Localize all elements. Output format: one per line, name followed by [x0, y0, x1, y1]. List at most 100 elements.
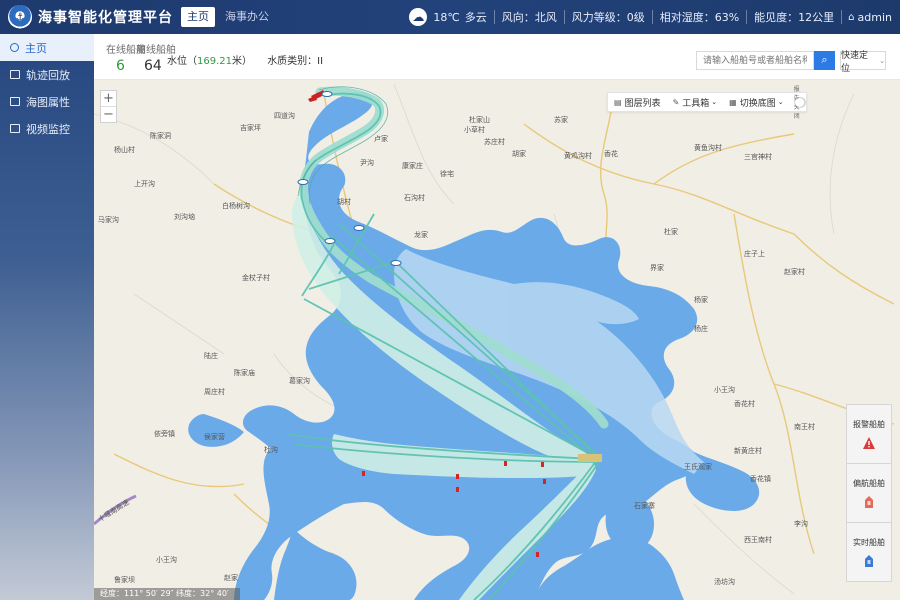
humidity: 相对湿度：63%: [659, 11, 740, 24]
sidebar-item-chart-properties[interactable]: 海图属性: [0, 88, 94, 115]
svg-text:杨家: 杨家: [694, 295, 708, 304]
svg-text:鲁家坝: 鲁家坝: [114, 575, 135, 584]
zoom-in-button[interactable]: +: [101, 91, 116, 107]
svg-text:侯家营: 侯家营: [204, 432, 225, 441]
svg-text:新黄庄村: 新黄庄村: [734, 446, 762, 455]
map-canvas[interactable]: 杜家山 苏家 小草村 苏庄村 四道沟 卢家 尹沟 康家庄 徐宅 胡家 石沟村 胡…: [94, 34, 900, 600]
svg-text:南王村: 南王村: [794, 422, 815, 431]
svg-text:庄子上: 庄子上: [744, 249, 765, 258]
svg-text:杨山村: 杨山村: [114, 145, 135, 154]
yaw-ships-card[interactable]: 偏航船舶: [847, 464, 891, 523]
svg-text:李沟: 李沟: [794, 519, 808, 528]
port-dock: [578, 454, 602, 462]
water-level-value: 169.21: [197, 56, 232, 67]
svg-text:葛家沟: 葛家沟: [289, 376, 310, 385]
home-icon: ⌂: [848, 11, 855, 23]
svg-text:赵家村: 赵家村: [784, 267, 805, 276]
svg-text:香花: 香花: [604, 149, 618, 158]
search-icon: ⌕: [821, 54, 828, 66]
offline-ships-count[interactable]: 64: [144, 58, 162, 74]
chevron-down-icon: ⌄: [711, 98, 718, 106]
svg-text:小草村: 小草村: [464, 125, 485, 134]
ship-blue-icon: [865, 555, 873, 567]
svg-text:苏家: 苏家: [554, 115, 568, 124]
alarm-ships-card[interactable]: 报警船舶: [847, 405, 891, 464]
svg-text:石家寨: 石家寨: [634, 501, 655, 510]
water-level: 水位（169.21米） 水质类别：II: [167, 56, 324, 67]
visibility: 能见度：12公里: [754, 11, 835, 24]
app-root: 杜家山 苏家 小草村 苏庄村 四道沟 卢家 尹沟 康家庄 徐宅 胡家 石沟村 胡…: [0, 0, 900, 600]
svg-text:徐宅: 徐宅: [440, 169, 454, 178]
svg-text:杜家: 杜家: [664, 227, 678, 236]
user-menu[interactable]: ⌂ admin: [842, 11, 900, 24]
svg-text:王氏观家: 王氏观家: [684, 462, 712, 471]
svg-text:依旁镇: 依旁镇: [154, 429, 175, 438]
switch-basemap-button[interactable]: ▦ 切换底图 ⌄: [723, 96, 789, 109]
chevron-down-icon: ⌄: [777, 98, 784, 106]
svg-text:吉家坪: 吉家坪: [240, 123, 261, 132]
svg-text:界家: 界家: [650, 263, 664, 272]
warning-triangle-icon: [863, 436, 875, 449]
svg-text:胡村: 胡村: [337, 197, 351, 206]
wind-direction: 风向：北风: [501, 11, 557, 24]
svg-text:上开沟: 上开沟: [134, 179, 155, 188]
svg-text:西王南村: 西王南村: [744, 535, 772, 544]
sidebar-item-label: 海图属性: [26, 95, 70, 109]
svg-text:尹沟: 尹沟: [360, 158, 374, 167]
tab-home[interactable]: 主页: [181, 7, 215, 27]
zoom-control: + −: [100, 90, 117, 123]
map-view[interactable]: 杜家山 苏家 小草村 苏庄村 四道沟 卢家 尹沟 康家庄 徐宅 胡家 石沟村 胡…: [94, 34, 900, 600]
report-toggle[interactable]: 报告关闭: [793, 86, 806, 120]
search-button[interactable]: ⌕: [814, 51, 835, 70]
ship-red-icon: [865, 495, 873, 508]
svg-text:苏庄村: 苏庄村: [484, 137, 505, 146]
svg-text:香花镇: 香花镇: [750, 474, 771, 483]
toolbox-button[interactable]: ✎ 工具箱 ⌄: [667, 96, 724, 109]
realtime-ships-card[interactable]: 实时船舶: [847, 523, 891, 582]
username: admin: [857, 10, 892, 24]
svg-text:金杖子村: 金杖子村: [242, 273, 270, 282]
sidebar-item-label: 轨迹回放: [26, 68, 70, 82]
sidebar-item-label: 主页: [25, 41, 47, 55]
temperature: 18℃: [433, 10, 460, 24]
svg-text:石沟村: 石沟村: [404, 193, 425, 202]
home-circle-icon: [10, 43, 19, 52]
svg-text:陆庄: 陆庄: [204, 351, 218, 360]
sidebar-item-home[interactable]: 主页: [0, 34, 94, 61]
sidebar: 主页 轨迹回放 海图属性 视频监控: [0, 34, 94, 600]
svg-text:康家庄: 康家庄: [402, 161, 423, 170]
layers-icon: ▤: [614, 97, 622, 107]
layers-button[interactable]: ▤ 图层列表: [608, 96, 667, 109]
svg-text:三官神村: 三官神村: [744, 152, 772, 161]
ship-status-panel: 报警船舶 偏航船舶 实时船舶: [846, 404, 892, 582]
wrench-icon: ✎: [672, 97, 680, 107]
sidebar-item-video-monitor[interactable]: 视频监控: [0, 115, 94, 142]
wind-level: 风力等级：0级: [571, 11, 645, 24]
coordinate-readout: 经度：111° 50′ 29″ 纬度：32° 40′ 46″: [94, 588, 240, 600]
quick-locate-dropdown[interactable]: 快速定位 ⌄: [840, 51, 886, 74]
zoom-out-button[interactable]: −: [101, 107, 116, 123]
ship-search-input[interactable]: [696, 51, 814, 70]
cloudy-weather-icon: ☁: [409, 8, 428, 26]
svg-text:胡家: 胡家: [512, 149, 526, 158]
svg-text:周庄村: 周庄村: [204, 387, 225, 396]
monitor-icon: [10, 70, 20, 79]
svg-text:白杨树沟: 白杨树沟: [222, 201, 250, 210]
tab-office[interactable]: 海事办公: [219, 7, 275, 27]
water-quality: 水质类别：II: [267, 56, 324, 67]
app-title: 海事智能化管理平台: [38, 10, 173, 26]
camera-icon: [10, 124, 20, 133]
svg-text:黄鱼沟村: 黄鱼沟村: [694, 143, 722, 152]
svg-text:黄鸡沟村: 黄鸡沟村: [564, 151, 592, 160]
svg-text:马家沟: 马家沟: [98, 215, 119, 224]
map-icon: ▦: [729, 97, 737, 107]
weather-bar: ☁ 18℃ 多云 风向：北风 风力等级：0级 相对湿度：63% 能见度：12公里…: [409, 0, 900, 34]
online-ships-count[interactable]: 6: [116, 58, 125, 74]
svg-text:汤坊沟: 汤坊沟: [714, 577, 735, 586]
svg-text:小王沟: 小王沟: [714, 385, 735, 394]
sidebar-item-track-playback[interactable]: 轨迹回放: [0, 61, 94, 88]
svg-text:刘沟垴: 刘沟垴: [174, 212, 195, 221]
svg-text:小王沟: 小王沟: [156, 555, 177, 564]
top-header: ⚓ 海事智能化管理平台 主页 海事办公 ☁ 18℃ 多云 风向：北风 风力等级：…: [0, 0, 900, 34]
svg-text:香花村: 香花村: [734, 399, 755, 408]
